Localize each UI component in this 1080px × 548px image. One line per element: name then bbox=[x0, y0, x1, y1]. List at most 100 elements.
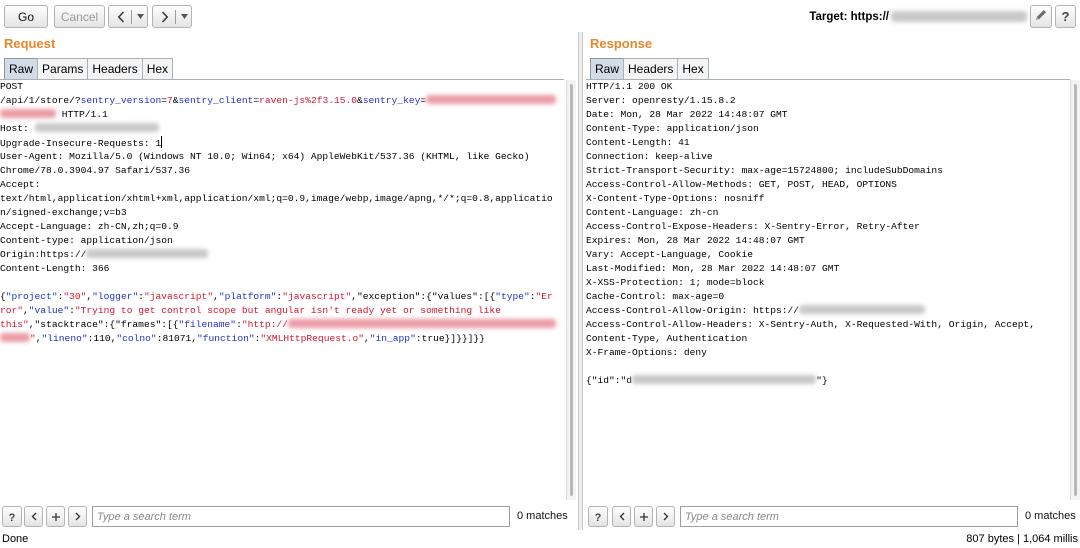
response-line: Access-Control-Allow-Headers: X-Sentry-A… bbox=[586, 318, 1070, 332]
response-stats: 807 bytes | 1,064 millis bbox=[966, 533, 1078, 545]
search-help-button[interactable] bbox=[2, 506, 22, 527]
redacted-text bbox=[287, 319, 556, 328]
code-token: HTTP/1.1 200 OK bbox=[586, 81, 673, 92]
status-text: Done bbox=[2, 533, 29, 545]
request-line: ","lineno":110,"colno":81071,"function":… bbox=[0, 332, 564, 346]
code-token: Strict-Transport-Security: max-age=15724… bbox=[586, 165, 943, 176]
response-scrollbar[interactable] bbox=[1070, 80, 1080, 500]
tab-raw[interactable]: Raw bbox=[4, 58, 39, 79]
tab-headers[interactable]: Headers bbox=[87, 58, 143, 79]
search-previous-button[interactable] bbox=[612, 506, 631, 527]
search-next-button[interactable] bbox=[68, 506, 87, 527]
tab-hex[interactable]: Hex bbox=[141, 58, 174, 79]
tab-raw[interactable]: Raw bbox=[590, 58, 625, 79]
scrollbar-thumb[interactable] bbox=[570, 84, 573, 496]
redacted-text bbox=[86, 249, 209, 258]
response-line: {"id":"d "} bbox=[586, 374, 1070, 388]
param-value-token: "Er bbox=[535, 291, 553, 302]
chevron-left-icon bbox=[619, 510, 625, 524]
param-value-token: "javascript" bbox=[143, 291, 214, 302]
tab-headers[interactable]: Headers bbox=[623, 58, 679, 79]
request-title: Request bbox=[4, 36, 56, 51]
edit-target-button[interactable] bbox=[1030, 5, 1052, 28]
param-value-token: ror" bbox=[0, 305, 24, 316]
code-token: Content-Length: 366 bbox=[0, 263, 110, 274]
request-line: Origin:https:// bbox=[0, 248, 564, 262]
tab-params[interactable]: Params bbox=[37, 58, 89, 79]
request-line: HTTP/1.1 bbox=[0, 108, 564, 122]
button-separator bbox=[175, 9, 176, 24]
code-token: X-Frame-Options: deny bbox=[586, 347, 707, 358]
search-input[interactable] bbox=[680, 506, 1018, 527]
code-token: Cache-Control: max-age=0 bbox=[586, 291, 725, 302]
redacted-text bbox=[799, 305, 926, 314]
request-line: Upgrade-Insecure-Requests: 1 bbox=[0, 136, 564, 150]
search-add-button[interactable] bbox=[46, 506, 65, 527]
code-token: Accept-Language: zh-CN,zh;q=0.9 bbox=[0, 221, 179, 232]
help-button[interactable] bbox=[1055, 5, 1076, 28]
panel-splitter[interactable] bbox=[578, 32, 583, 530]
response-line: Last-Modified: Mon, 28 Mar 2022 14:48:07… bbox=[586, 262, 1070, 276]
request-line: Content-type: application/json bbox=[0, 234, 564, 248]
scrollbar-thumb[interactable] bbox=[1074, 84, 1077, 496]
history-forward-button[interactable] bbox=[152, 5, 192, 28]
response-tabs: Raw Headers Hex bbox=[590, 58, 709, 79]
code-token: Host: bbox=[0, 123, 35, 134]
search-match-count: 0 matches bbox=[517, 510, 568, 522]
search-next-button[interactable] bbox=[656, 506, 675, 527]
redacted-text bbox=[34, 123, 159, 132]
code-token: Origin:https:// bbox=[0, 249, 87, 260]
param-value-token: this" bbox=[0, 319, 29, 330]
code-token: text/html,application/xhtml+xml,applicat… bbox=[0, 193, 553, 204]
code-token: :110, bbox=[87, 333, 117, 344]
code-token: X-Content-Type-Options: nosniff bbox=[586, 193, 765, 204]
response-line: Content-Type, Authentication bbox=[586, 332, 1070, 346]
response-line: Server: openresty/1.15.8.2 bbox=[586, 94, 1070, 108]
go-button[interactable]: Go bbox=[4, 5, 48, 28]
code-token: ,"exception":{"values":[{ bbox=[351, 291, 496, 302]
request-line: this","stacktrace":{"frames":[{"filename… bbox=[0, 318, 564, 332]
request-line: ror","value":"Trying to get control scop… bbox=[0, 304, 564, 318]
request-line: POST bbox=[0, 80, 564, 94]
cancel-button[interactable]: Cancel bbox=[54, 5, 105, 28]
code-token: Vary: Accept-Language, Cookie bbox=[586, 249, 753, 260]
response-line: X-Frame-Options: deny bbox=[586, 346, 1070, 360]
text-caret bbox=[161, 136, 163, 148]
code-token: :true}]}}]}} bbox=[415, 333, 485, 344]
dropdown-arrow-icon[interactable] bbox=[137, 14, 144, 19]
search-add-button[interactable] bbox=[634, 506, 653, 527]
param-name-token: sentry_version bbox=[80, 95, 162, 106]
request-editor[interactable]: POST/api/1/store/?sentry_version=7&sentr… bbox=[0, 79, 564, 501]
request-line: Accept: bbox=[0, 178, 564, 192]
param-name-token: "value" bbox=[28, 305, 70, 316]
param-value-token: "XMLHttpRequest.o" bbox=[260, 333, 364, 344]
code-token: {"id":"d bbox=[586, 375, 633, 386]
code-token: Access-Control-Allow-Headers: X-Sentry-A… bbox=[586, 319, 1036, 330]
code-token: Server: openresty/1.15.8.2 bbox=[586, 95, 736, 106]
code-token: Access-Control-Allow-Methods: GET, POST,… bbox=[586, 179, 897, 190]
search-input[interactable] bbox=[92, 506, 510, 527]
response-line: Date: Mon, 28 Mar 2022 14:48:07 GMT bbox=[586, 108, 1070, 122]
redacted-text bbox=[0, 109, 56, 118]
code-token: Date: Mon, 28 Mar 2022 14:48:07 GMT bbox=[586, 109, 788, 120]
code-token: User-Agent: Mozilla/5.0 (Windows NT 10.0… bbox=[0, 151, 530, 162]
param-name-token: "lineno" bbox=[41, 333, 88, 344]
response-line: Cache-Control: max-age=0 bbox=[586, 290, 1070, 304]
request-line: text/html,application/xhtml+xml,applicat… bbox=[0, 192, 564, 206]
param-name-token: "type" bbox=[495, 291, 530, 302]
code-token: Access-Control-Allow-Origin: https:// bbox=[586, 305, 800, 316]
code-token: Chrome/78.0.3904.97 Safari/537.36 bbox=[0, 165, 190, 176]
response-viewer[interactable]: HTTP/1.1 200 OK Server: openresty/1.15.8.… bbox=[586, 79, 1070, 501]
request-scrollbar[interactable] bbox=[566, 80, 576, 500]
code-token: Content-type: application/json bbox=[0, 235, 173, 246]
history-back-button[interactable] bbox=[108, 5, 148, 28]
param-name-token: sentry_key bbox=[362, 95, 421, 106]
code-token: Expires: Mon, 28 Mar 2022 14:48:07 GMT bbox=[586, 235, 805, 246]
button-separator bbox=[131, 9, 132, 24]
search-previous-button[interactable] bbox=[24, 506, 43, 527]
dropdown-arrow-icon[interactable] bbox=[181, 14, 188, 19]
code-token: ,"stacktrace":{"frames":[{ bbox=[28, 319, 179, 330]
tab-hex[interactable]: Hex bbox=[677, 58, 709, 79]
search-help-button[interactable] bbox=[588, 506, 608, 527]
help-icon bbox=[1062, 9, 1070, 24]
